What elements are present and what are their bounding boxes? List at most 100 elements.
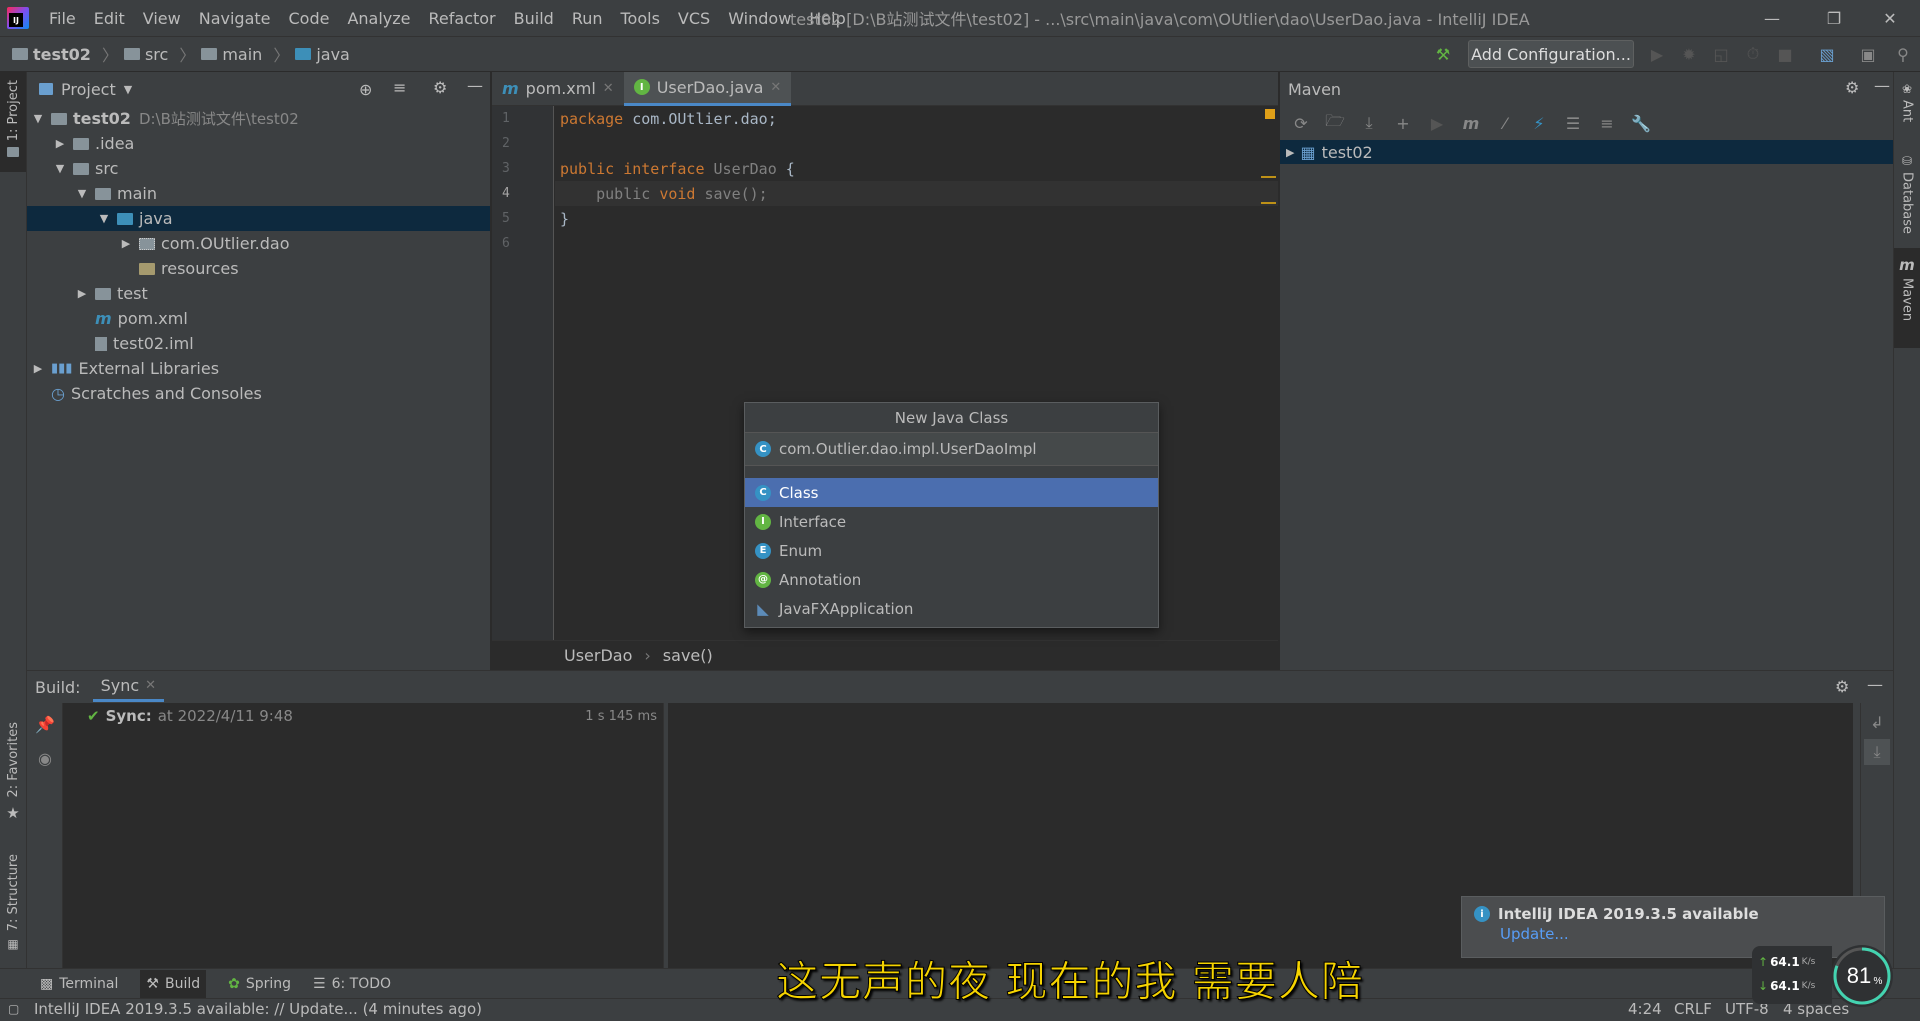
add-configuration-button[interactable]: Add Configuration... bbox=[1468, 40, 1634, 68]
tree-node-test[interactable]: ▶ test bbox=[27, 281, 490, 306]
expanded-arrow-icon[interactable]: ▼ bbox=[31, 112, 45, 125]
menu-run[interactable]: Run bbox=[563, 0, 612, 36]
crumb-java[interactable]: java bbox=[295, 45, 350, 64]
menu-view[interactable]: View bbox=[134, 0, 190, 36]
pin-icon[interactable]: 📌 bbox=[32, 711, 58, 737]
add-icon[interactable]: + bbox=[1390, 110, 1416, 136]
tree-node-scratches[interactable]: ◷ Scratches and Consoles bbox=[27, 381, 490, 406]
crumb-project[interactable]: test02 〉 bbox=[12, 42, 118, 66]
tree-node-src[interactable]: ▼ src bbox=[27, 156, 490, 181]
close-tab-icon[interactable]: ✕ bbox=[603, 81, 614, 96]
sync-result-row[interactable]: ✔ Sync: at 2022/4/11 9:48 1 s 145 ms bbox=[63, 703, 663, 729]
tree-node-package[interactable]: ▶ com.OUtlier.dao bbox=[27, 231, 490, 256]
gear-icon[interactable]: ⚙ bbox=[1835, 677, 1849, 696]
locate-icon[interactable]: ⊕ bbox=[359, 80, 372, 99]
close-tab-icon[interactable]: ✕ bbox=[145, 678, 156, 693]
menu-vcs[interactable]: VCS bbox=[669, 0, 719, 36]
restore-button[interactable]: ❐ bbox=[1806, 0, 1862, 36]
error-stripe-mark[interactable] bbox=[1261, 202, 1276, 204]
toggle-offline-icon[interactable]: ⁄ bbox=[1492, 110, 1518, 136]
download-icon[interactable]: ⤓ bbox=[1356, 110, 1382, 136]
kind-option-interface[interactable]: I Interface bbox=[745, 507, 1158, 536]
status-message[interactable]: IntelliJ IDEA 2019.3.5 available: // Upd… bbox=[34, 1000, 482, 1018]
reload-icon[interactable]: ⟳ bbox=[1288, 110, 1314, 136]
maven-project-node[interactable]: ▶ ▦ test02 bbox=[1280, 140, 1893, 164]
add-folder-icon[interactable]: 🗁 bbox=[1322, 110, 1348, 136]
debug-icon[interactable]: ✹ bbox=[1676, 41, 1702, 67]
tree-node-test02[interactable]: ▼ test02 D:\B站测试文件\test02 bbox=[27, 106, 490, 131]
menu-tools[interactable]: Tools bbox=[612, 0, 669, 36]
scroll-to-end-icon[interactable]: ⤓ bbox=[1864, 739, 1890, 765]
collapsed-arrow-icon[interactable]: ▶ bbox=[1286, 146, 1294, 159]
collapsed-arrow-icon[interactable]: ▶ bbox=[31, 362, 45, 375]
hide-panel-icon[interactable]: — bbox=[1874, 76, 1890, 95]
menu-build[interactable]: Build bbox=[505, 0, 563, 36]
tool-tab-todo[interactable]: ☰ 6: TODO bbox=[313, 976, 391, 992]
project-structure-icon[interactable]: ▧ bbox=[1814, 41, 1840, 67]
status-toggle-icon[interactable]: ▢ bbox=[8, 1002, 19, 1016]
tree-node-external-libraries[interactable]: ▶ ▮▮▮ External Libraries bbox=[27, 356, 490, 381]
eye-icon[interactable]: ◉ bbox=[32, 745, 58, 771]
update-link[interactable]: Update... bbox=[1474, 925, 1872, 943]
breadcrumb-item[interactable]: UserDao bbox=[564, 646, 632, 665]
breadcrumb-item[interactable]: save() bbox=[663, 646, 713, 665]
close-tab-icon[interactable]: ✕ bbox=[770, 80, 781, 95]
collapse-all-icon[interactable]: ≡ bbox=[393, 78, 406, 97]
gear-icon[interactable]: ⚙ bbox=[433, 78, 447, 97]
tab-userdao-java[interactable]: I UserDao.java ✕ bbox=[623, 71, 792, 106]
inspection-warning-icon[interactable] bbox=[1265, 109, 1275, 119]
menu-code[interactable]: Code bbox=[280, 0, 339, 36]
build-hammer-icon[interactable]: ⚒ bbox=[1430, 41, 1456, 67]
chevron-down-icon[interactable]: ▼ bbox=[124, 83, 132, 96]
collapse-all-icon[interactable]: ≡ bbox=[1594, 110, 1620, 136]
line-separator[interactable]: CRLF bbox=[1674, 1000, 1712, 1018]
tool-tab-project[interactable]: 1: Project bbox=[0, 72, 26, 172]
stop-icon[interactable]: ■ bbox=[1772, 41, 1798, 67]
tool-tab-maven[interactable]: m Maven bbox=[1894, 248, 1920, 348]
skip-tests-icon[interactable]: ⚡ bbox=[1526, 110, 1552, 136]
error-stripe-mark[interactable] bbox=[1261, 176, 1276, 178]
expanded-arrow-icon[interactable]: ▼ bbox=[75, 187, 89, 200]
kind-option-annotation[interactable]: @ Annotation bbox=[745, 565, 1158, 594]
run-icon[interactable]: ▶ bbox=[1424, 110, 1450, 136]
tab-pom-xml[interactable]: m pom.xml ✕ bbox=[492, 72, 624, 106]
collapsed-arrow-icon[interactable]: ▶ bbox=[75, 287, 89, 300]
soft-wrap-icon[interactable]: ↲ bbox=[1864, 709, 1890, 735]
tool-tab-favorites[interactable]: 2: Favorites ★ bbox=[0, 722, 26, 842]
tree-node-java[interactable]: ▼ java bbox=[27, 206, 490, 231]
hide-panel-icon[interactable]: — bbox=[1867, 675, 1883, 694]
minimize-button[interactable]: — bbox=[1744, 0, 1800, 36]
tab-sync[interactable]: Sync ✕ bbox=[92, 672, 165, 702]
tool-tab-database[interactable]: ⛁ Database bbox=[1894, 154, 1920, 254]
menu-refactor[interactable]: Refactor bbox=[420, 0, 505, 36]
kind-option-enum[interactable]: E Enum bbox=[745, 536, 1158, 565]
profile-icon[interactable]: ⏱ bbox=[1740, 41, 1766, 67]
collapsed-arrow-icon[interactable]: ▶ bbox=[53, 137, 67, 150]
tree-node-resources[interactable]: resources bbox=[27, 256, 490, 281]
tree-node-pom[interactable]: m pom.xml bbox=[27, 306, 490, 331]
presentation-icon[interactable]: ▣ bbox=[1855, 41, 1881, 67]
tree-node-main[interactable]: ▼ main bbox=[27, 181, 490, 206]
coverage-icon[interactable]: ◱ bbox=[1708, 41, 1734, 67]
menu-window[interactable]: Window bbox=[719, 0, 800, 36]
search-icon[interactable]: ⚲ bbox=[1890, 41, 1916, 67]
tool-tab-terminal[interactable]: ▩ Terminal bbox=[40, 976, 118, 992]
expanded-arrow-icon[interactable]: ▼ bbox=[97, 212, 111, 225]
tool-tab-build[interactable]: ⚒ Build bbox=[140, 969, 207, 998]
expanded-arrow-icon[interactable]: ▼ bbox=[53, 162, 67, 175]
crumb-main[interactable]: main 〉 bbox=[201, 42, 289, 66]
run-icon[interactable]: ▶ bbox=[1644, 41, 1670, 67]
execute-goal-icon[interactable]: m bbox=[1458, 110, 1484, 136]
wrench-icon[interactable]: 🔧 bbox=[1628, 110, 1654, 136]
crumb-src[interactable]: src 〉 bbox=[123, 42, 195, 66]
project-view-selector[interactable]: Project bbox=[61, 80, 116, 99]
gear-icon[interactable]: ⚙ bbox=[1845, 78, 1859, 97]
class-name-input[interactable]: C com.Outlier.dao.impl.UserDaoImpl bbox=[745, 433, 1158, 466]
menu-file[interactable]: File bbox=[40, 0, 85, 36]
caret-position[interactable]: 4:24 bbox=[1628, 1000, 1662, 1018]
menu-edit[interactable]: Edit bbox=[85, 0, 134, 36]
tool-tab-structure[interactable]: 7: Structure ▦ bbox=[0, 854, 26, 964]
menu-analyze[interactable]: Analyze bbox=[338, 0, 419, 36]
tree-node-iml[interactable]: test02.iml bbox=[27, 331, 490, 356]
show-dependencies-icon[interactable]: ☰ bbox=[1560, 110, 1586, 136]
